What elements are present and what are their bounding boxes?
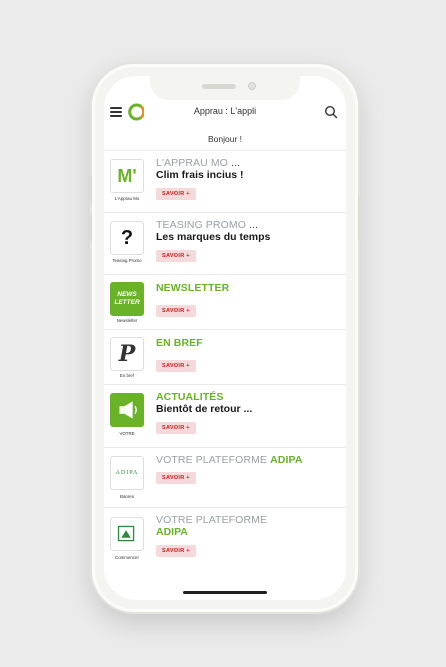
savoir-plus-button[interactable]: SAVOIR + xyxy=(156,422,196,434)
thumb-text: NEWS LETTER xyxy=(114,291,140,306)
item-subtitle: Clim frais incius ! xyxy=(156,169,244,181)
content-list: M' L'Apprau Mo L'APPRAU MO ... Clim frai… xyxy=(104,151,346,570)
volume-up-button xyxy=(89,176,92,204)
en-bref-icon: P xyxy=(110,337,144,371)
item-heading: NEWSLETTER xyxy=(156,282,230,294)
item-heading: VOTRE PLATEFORME ADIPA xyxy=(156,454,303,466)
savoir-plus-button[interactable]: SAVOIR + xyxy=(156,188,196,200)
home-indicator[interactable] xyxy=(183,591,267,594)
item-heading: EN BREF xyxy=(156,337,203,349)
search-icon[interactable] xyxy=(324,105,338,119)
adipa-app-icon xyxy=(110,517,144,551)
app-bar: Apprau : L'appli xyxy=(104,102,346,124)
camera xyxy=(248,82,256,90)
list-item-teasing-promo[interactable]: ? Teasing Promo TEASING PROMO ... Les ma… xyxy=(104,213,346,275)
power-button xyxy=(358,196,361,240)
savoir-plus-button[interactable]: SAVOIR + xyxy=(156,545,196,557)
item-subtitle: ADIPA xyxy=(156,526,188,538)
savoir-plus-button[interactable]: SAVOIR + xyxy=(156,472,196,484)
thumb-label: Banres xyxy=(120,494,134,499)
thumb-text: M' xyxy=(117,166,137,186)
speaker xyxy=(202,84,236,89)
savoir-plus-button[interactable]: SAVOIR + xyxy=(156,360,196,372)
newsletter-icon: NEWS LETTER xyxy=(110,282,144,316)
thumb-text: P xyxy=(118,341,136,367)
thumb-label: Newsletter xyxy=(116,318,138,323)
greeting-banner: Bonjour ! xyxy=(104,128,346,151)
savoir-plus-button[interactable]: SAVOIR + xyxy=(156,250,196,262)
item-heading: ACTUALITÉS xyxy=(156,391,224,403)
list-item-en-bref[interactable]: P En bref EN BREF SAVOIR + xyxy=(104,330,346,385)
thumb-label: VOTRE xyxy=(119,431,135,436)
list-item-plateforme-adipa[interactable]: ADIPA Banres VOTRE PLATEFORME ADIPA SAVO… xyxy=(104,448,346,508)
volume-down-button xyxy=(89,214,92,242)
m-logo-icon: M' xyxy=(110,159,144,193)
list-item-lapprau-mo[interactable]: M' L'Apprau Mo L'APPRAU MO ... Clim frai… xyxy=(104,151,346,213)
item-heading: TEASING PROMO ... xyxy=(156,219,259,231)
savoir-plus-button[interactable]: SAVOIR + xyxy=(156,305,196,317)
thumb-text: ? xyxy=(120,227,134,249)
phone-frame: Apprau : L'appli Bonjour ! M' L'Apprau M… xyxy=(89,64,361,612)
notch xyxy=(150,76,300,100)
megaphone-icon xyxy=(110,393,144,427)
adipa-logo-icon: ADIPA xyxy=(110,456,144,490)
list-item-plateforme-adipa-2[interactable]: Commencer VOTRE PLATEFORME ADIPA SAVOIR … xyxy=(104,508,346,570)
thumb-label: Teasing Promo xyxy=(112,258,142,263)
list-item-actualites[interactable]: VOTRE ACTUALITÉS Bientôt de retour ... S… xyxy=(104,385,346,448)
list-item-newsletter[interactable]: NEWS LETTER Newsletter NEWSLETTER SAVOIR… xyxy=(104,275,346,330)
thumb-text: ADIPA xyxy=(115,470,139,476)
item-heading: L'APPRAU MO ... xyxy=(156,157,241,169)
thumb-label: L'Apprau Mo xyxy=(114,196,140,201)
question-icon: ? xyxy=(110,221,144,255)
phone-screen: Apprau : L'appli Bonjour ! M' L'Apprau M… xyxy=(104,76,346,600)
item-subtitle: Les marques du temps xyxy=(156,231,271,243)
thumb-label: En bref xyxy=(119,373,135,378)
item-subtitle: Bientôt de retour ... xyxy=(156,403,253,415)
item-heading: VOTRE PLATEFORME xyxy=(156,514,268,526)
thumb-label: Commencer xyxy=(115,555,139,560)
app-title: Apprau : L'appli xyxy=(193,106,257,116)
